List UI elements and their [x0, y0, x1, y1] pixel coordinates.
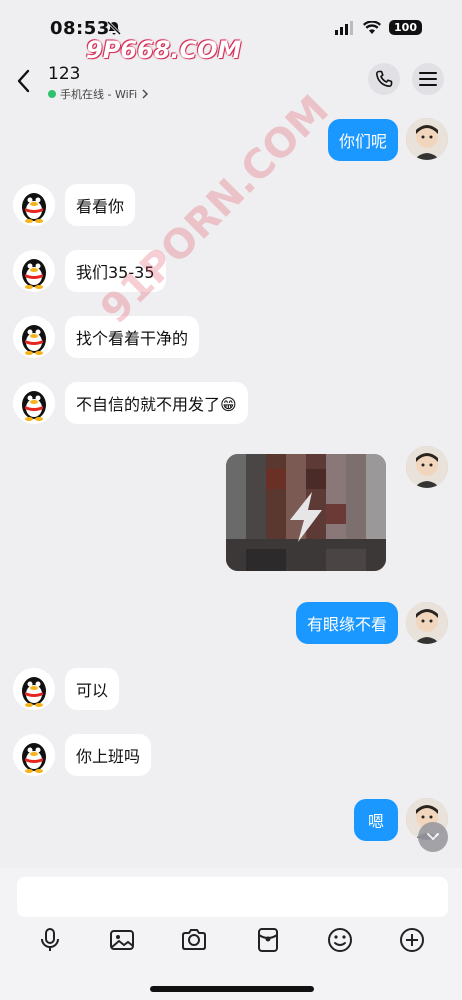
message-bubble-in[interactable]: 不自信的就不用发了😁: [65, 382, 248, 424]
video-thumbnail: [226, 454, 386, 571]
microphone-icon[interactable]: [36, 926, 64, 954]
camera-icon[interactable]: [180, 926, 208, 954]
peer-avatar[interactable]: [13, 668, 55, 710]
input-bar: [0, 868, 462, 1000]
wifi-icon: [363, 20, 382, 34]
baby-photo-icon: [406, 446, 448, 488]
message-bubble-out[interactable]: 有眼缘不看: [295, 602, 398, 644]
chevron-right-icon: [142, 89, 149, 99]
battery-indicator: 100: [389, 20, 422, 35]
phone-icon: [376, 70, 393, 87]
penguin-icon: [13, 184, 55, 226]
menu-button[interactable]: [412, 63, 444, 95]
bell-muted-icon: [106, 20, 122, 36]
peer-avatar[interactable]: [13, 316, 55, 358]
peer-avatar[interactable]: [13, 250, 55, 292]
peer-avatar[interactable]: [13, 184, 55, 226]
back-icon[interactable]: [14, 68, 34, 94]
peer-avatar[interactable]: [13, 382, 55, 424]
call-button[interactable]: [368, 63, 400, 95]
online-status-label: 手机在线 - WiFi: [60, 88, 138, 101]
message-bubble-in[interactable]: 看看你: [65, 184, 136, 226]
chat-header: 123 手机在线 - WiFi: [0, 56, 462, 104]
scroll-to-bottom-button[interactable]: [418, 822, 448, 852]
message-bubble-out[interactable]: 你们呢: [327, 119, 398, 161]
message-bubble-in[interactable]: 可以: [65, 668, 120, 710]
message-list[interactable]: 你们呢 看看你 我们35-35 找个看着干净的 不自信的就不用发了😁 有眼缘不看…: [0, 87, 462, 870]
signal-icon: [335, 20, 354, 35]
online-dot: [48, 90, 56, 98]
self-avatar[interactable]: [406, 118, 448, 160]
red-packet-icon[interactable]: [254, 926, 282, 954]
toolbar: [0, 926, 462, 954]
penguin-icon: [13, 668, 55, 710]
baby-photo-icon: [406, 118, 448, 160]
self-avatar[interactable]: [406, 602, 448, 644]
penguin-icon: [13, 734, 55, 776]
chat-title[interactable]: 123: [48, 64, 80, 84]
message-bubble-out[interactable]: 嗯: [354, 799, 398, 841]
menu-icon: [419, 72, 437, 86]
image-icon[interactable]: [108, 926, 136, 954]
online-status[interactable]: 手机在线 - WiFi: [48, 86, 149, 102]
peer-avatar[interactable]: [13, 734, 55, 776]
penguin-icon: [13, 316, 55, 358]
emoji-icon[interactable]: [326, 926, 354, 954]
message-bubble-in[interactable]: 你上班吗: [65, 734, 152, 776]
penguin-icon: [13, 250, 55, 292]
message-input[interactable]: [17, 877, 448, 917]
plus-icon[interactable]: [398, 926, 426, 954]
home-indicator: [150, 986, 314, 992]
penguin-icon: [13, 382, 55, 424]
chevron-down-icon: [427, 833, 439, 841]
video-message[interactable]: [226, 454, 386, 571]
baby-photo-icon: [406, 602, 448, 644]
self-avatar[interactable]: [406, 446, 448, 488]
